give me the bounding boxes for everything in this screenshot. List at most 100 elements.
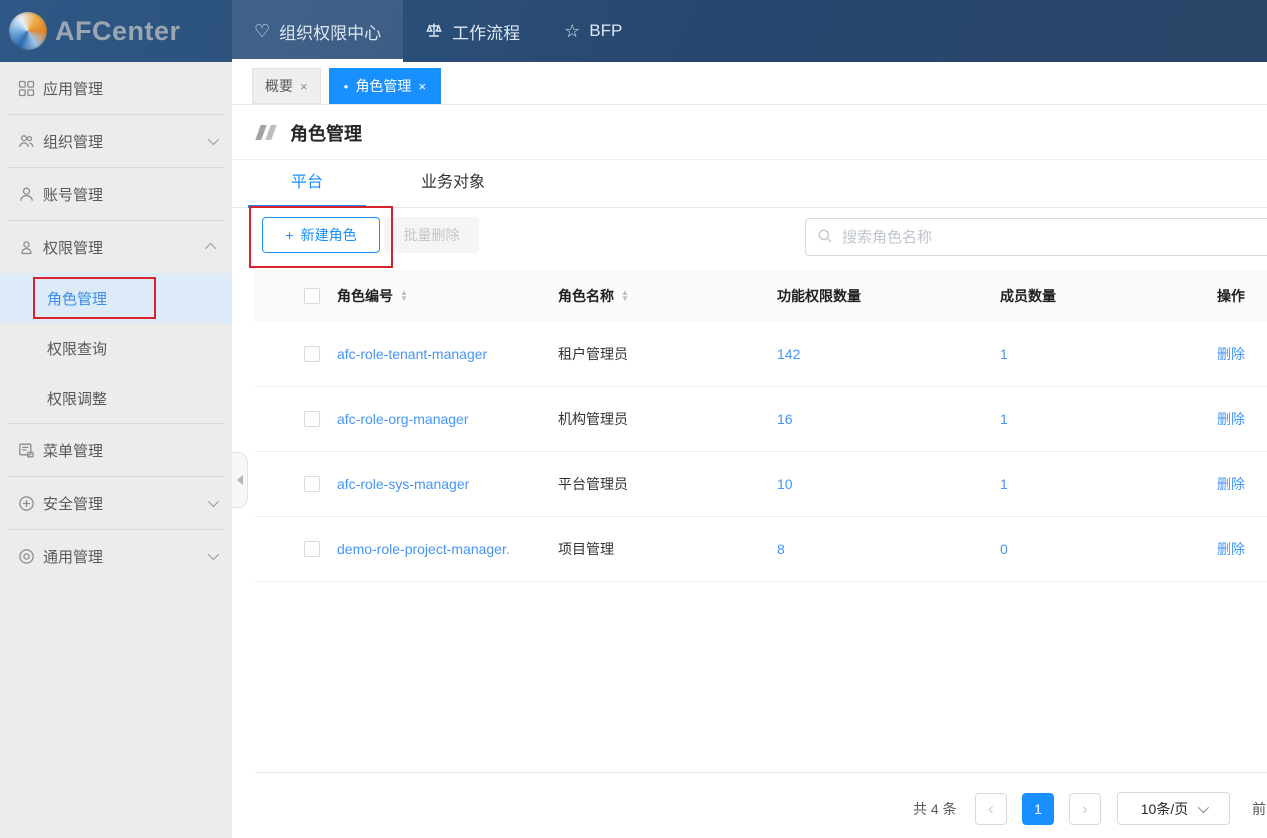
column-header-perm-count: 功能权限数量 [758,286,980,306]
sidebar-item-org-management[interactable]: 组织管理 [0,115,232,167]
sidebar-item-label: 菜单管理 [43,440,103,461]
sidebar-item-common-management[interactable]: 通用管理 [0,530,232,582]
member-count-link[interactable]: 1 [1000,411,1008,427]
tab-business-object[interactable]: 业务对象 [394,160,512,207]
perm-count-link[interactable]: 8 [777,541,785,557]
brand-area: AFCenter [0,0,232,62]
perm-count-link[interactable]: 10 [777,476,793,492]
heart-smile-icon: ♡ [254,22,270,40]
sort-desc-icon[interactable]: ▼ [400,296,408,302]
perm-count-link[interactable]: 16 [777,411,793,427]
page-size-select[interactable]: 10条/页 [1117,792,1230,825]
member-count-link[interactable]: 0 [1000,541,1008,557]
select-all-checkbox[interactable] [304,288,320,304]
row-checkbox[interactable] [304,541,320,557]
sidebar-item-permission-management[interactable]: 权限管理 [0,221,232,273]
column-header-name: 角色名称 [558,286,614,306]
table-row: afc-role-tenant-manager 租户管理员 142 1 删除 [255,322,1267,387]
role-name: 项目管理 [541,539,758,559]
doc-tab-role-management[interactable]: ● 角色管理 × [329,68,441,104]
delete-link[interactable]: 删除 [1217,476,1245,492]
sidebar-item-account-management[interactable]: 账号管理 [0,168,232,220]
brand-name: AFCenter [55,16,181,47]
row-checkbox[interactable] [304,411,320,427]
main-content: 概要 × ● 角色管理 × 角色管理 平台 业务对象 + 新建角色 批量删除 [232,62,1267,838]
page-header: 角色管理 [232,106,1267,160]
chevron-down-icon [1198,801,1209,812]
pagination-divider [255,772,1267,773]
role-name: 租户管理员 [541,344,758,364]
row-checkbox[interactable] [304,476,320,492]
batch-delete-button[interactable]: 批量删除 [384,217,479,253]
role-code-link[interactable]: afc-role-org-manager [337,411,469,427]
perm-count-link[interactable]: 142 [777,346,800,362]
security-icon [18,495,35,512]
delete-link[interactable]: 删除 [1217,541,1245,557]
view-tabs: 平台 业务对象 [232,160,1267,208]
role-code-link[interactable]: afc-role-sys-manager [337,476,469,492]
member-count-link[interactable]: 1 [1000,476,1008,492]
sort-desc-icon[interactable]: ▼ [621,296,629,302]
sidebar-subitem-label: 权限查询 [47,338,107,359]
sidebar-subitem-role-management[interactable]: 角色管理 [0,273,232,323]
column-header-action: 操作 [1200,286,1267,306]
star-icon: ☆ [564,22,580,40]
sidebar-subitem-label: 权限调整 [47,388,107,409]
scale-icon [425,21,443,42]
nav-item-workflow[interactable]: 工作流程 [403,0,542,62]
table-row: afc-role-sys-manager 平台管理员 10 1 删除 [255,452,1267,517]
sidebar-item-menu-management[interactable]: 菜单管理 [0,424,232,476]
new-role-button-label: 新建角色 [301,225,357,245]
sidebar: 应用管理 组织管理 账号管理 权限管理 角色管理 权限查询 权限调整 菜单管理 … [0,62,232,838]
pagination-next-button[interactable]: › [1069,793,1101,825]
doc-tab-label: 概要 [265,76,293,96]
new-role-button[interactable]: + 新建角色 [262,217,380,253]
nav-item-bfp[interactable]: ☆ BFP [542,0,644,62]
collapse-arrow-icon [237,475,243,485]
plus-icon: + [285,227,293,243]
chevron-down-icon [208,549,219,560]
nav-item-label: 组织权限中心 [279,19,381,44]
sidebar-item-security-management[interactable]: 安全管理 [0,477,232,529]
sidebar-subitem-permission-query[interactable]: 权限查询 [0,323,232,373]
permission-icon [18,239,35,256]
role-code-link[interactable]: afc-role-tenant-manager [337,346,487,362]
delete-link[interactable]: 删除 [1217,411,1245,427]
close-icon[interactable]: × [300,79,308,94]
role-name: 平台管理员 [541,474,758,494]
delete-link[interactable]: 删除 [1217,346,1245,362]
search-input[interactable] [805,218,1267,256]
sidebar-item-label: 通用管理 [43,546,103,567]
title-slashes-icon [258,125,278,140]
member-count-link[interactable]: 1 [1000,346,1008,362]
menu-doc-icon [18,442,35,459]
role-code-link[interactable]: demo-role-project-manager. [337,541,510,557]
pagination-prev-button[interactable]: ‹ [975,793,1007,825]
afcenter-logo-icon [9,12,47,50]
top-nav-menu: ♡ 组织权限中心 工作流程 ☆ BFP [232,0,644,62]
nav-item-org-permission-center[interactable]: ♡ 组织权限中心 [232,0,403,62]
doc-tab-overview[interactable]: 概要 × [252,68,321,104]
doc-tab-label: 角色管理 [355,76,411,96]
user-icon [18,186,35,203]
chevron-down-icon [208,496,219,507]
page-size-value: 10条/页 [1141,799,1188,819]
pagination-jump-label: 前 [1252,793,1266,825]
sort-icons: ▲▼ [621,290,629,302]
sidebar-item-app-management[interactable]: 应用管理 [0,62,232,114]
sidebar-subitem-permission-adjust[interactable]: 权限调整 [0,373,232,423]
chevron-down-icon [208,134,219,145]
sidebar-item-label: 组织管理 [43,131,103,152]
pagination-total: 共 4 条 [913,793,957,825]
tab-platform[interactable]: 平台 [248,160,366,207]
close-icon[interactable]: × [418,79,426,94]
chevron-up-icon [205,243,216,254]
sidebar-collapse-handle[interactable] [232,452,248,508]
search-icon [817,228,833,244]
roles-table: 角色编号 ▲▼ 角色名称 ▲▼ 功能权限数量 成员数量 操作 afc-role-… [255,270,1267,582]
role-search [805,218,1267,256]
sidebar-item-label: 应用管理 [43,78,103,99]
column-header-member-count: 成员数量 [980,286,1200,306]
pagination-page-1[interactable]: 1 [1022,793,1054,825]
row-checkbox[interactable] [304,346,320,362]
